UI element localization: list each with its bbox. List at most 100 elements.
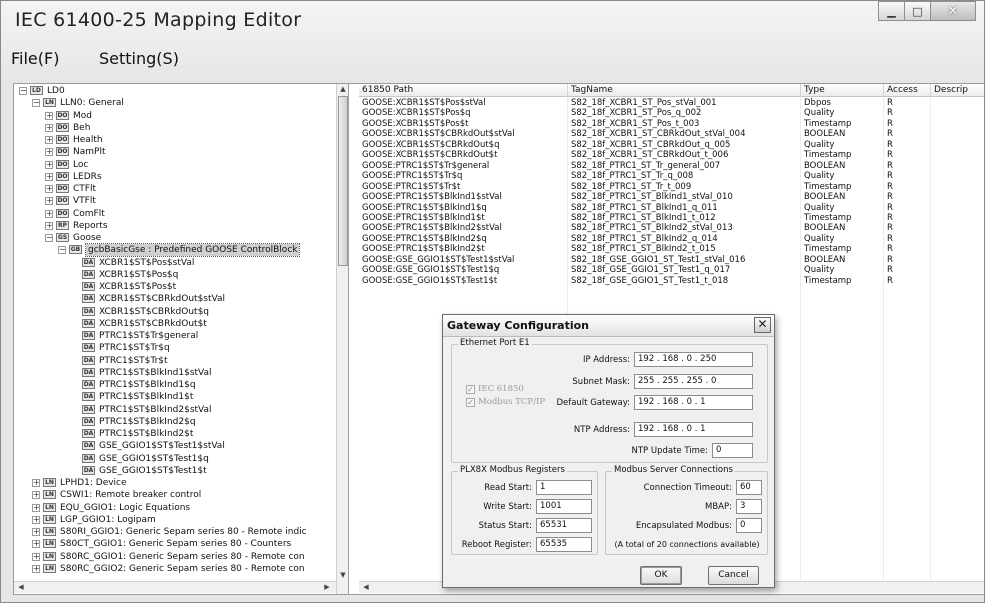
tree-node[interactable]: + LN S80RI_GGIO1: Generic Sepam series 80 … [14, 526, 336, 538]
column-header-access[interactable]: Access [884, 84, 931, 97]
tree-node[interactable]: DA PTRC1$ST$BlkInd2$q [14, 416, 336, 428]
scroll-right-icon[interactable]: ▶ [322, 582, 332, 593]
collapse-icon[interactable]: − [19, 87, 27, 95]
ntp-update-time-field[interactable]: 0 [712, 443, 753, 458]
tree-node[interactable]: DA GSE_GGIO1$ST$Test1$stVal [14, 440, 336, 452]
tree-vertical-scrollbar[interactable]: ▲ ▼ [336, 84, 348, 594]
tree-node[interactable]: + DO Loc [14, 159, 336, 171]
tree-node[interactable]: + DO Mod [14, 110, 336, 122]
table-row[interactable]: GOOSE:PTRC1$ST$BlkInd2$q S82_18f_PTRC1_ST… [359, 234, 984, 244]
tree-node[interactable]: − LN LLN0: General [14, 97, 336, 109]
expand-icon[interactable]: + [32, 515, 40, 524]
tree-node[interactable]: + DO VTFlt [14, 195, 336, 207]
expand-icon[interactable]: + [45, 136, 53, 144]
scroll-left-icon[interactable]: ◀ [16, 582, 26, 593]
table-row[interactable]: GOOSE:PTRC1$ST$BlkInd2$t S82_18f_PTRC1_ST… [359, 244, 984, 254]
default-gateway-field[interactable]: 192 . 168 . 0 . 1 [634, 395, 753, 410]
tree-node[interactable]: DA PTRC1$ST$Tr$t [14, 355, 336, 367]
table-row[interactable]: GOOSE:PTRC1$ST$BlkInd1$t S82_18f_PTRC1_ST… [359, 213, 984, 223]
column-header-tagname[interactable]: TagName [568, 84, 801, 97]
close-button[interactable]: ✕ [930, 1, 976, 21]
expand-icon[interactable]: + [45, 221, 53, 230]
expand-icon[interactable]: + [32, 479, 40, 487]
expand-icon[interactable]: + [32, 540, 40, 549]
table-row[interactable]: GOOSE:PTRC1$ST$BlkInd1$q S82_18f_PTRC1_ST… [359, 203, 984, 213]
tree-node[interactable]: DA PTRC1$ST$BlkInd2$stVal [14, 404, 336, 416]
expand-icon[interactable]: + [45, 148, 53, 157]
minimize-button[interactable]: ▁ [878, 1, 905, 21]
tree-node[interactable]: + DO CTFlt [14, 183, 336, 195]
expand-icon[interactable]: + [45, 209, 53, 218]
table-row[interactable]: GOOSE:GSE_GGIO1$ST$Test1$t S82_18f_GSE_GG… [359, 276, 984, 286]
tree-node[interactable]: + DO Health [14, 134, 336, 146]
tree-node[interactable]: DA XCBR1$ST$Pos$stVal [14, 257, 336, 269]
tree-node[interactable]: + LN LPHD1: Device [14, 477, 336, 489]
tree-node[interactable]: DA GSE_GGIO1$ST$Test1$t [14, 465, 336, 477]
tree-node[interactable]: DA XCBR1$ST$CBRkdOut$q [14, 306, 336, 318]
tree-node[interactable]: DA PTRC1$ST$BlkInd1$q [14, 379, 336, 391]
tree-node[interactable]: DA PTRC1$ST$BlkInd1$t [14, 391, 336, 403]
table-row[interactable]: GOOSE:PTRC1$ST$Tr$q S82_18f_PTRC1_ST_Tr_q… [359, 171, 984, 181]
write-start-field[interactable]: 1001 [536, 499, 592, 514]
tree-node[interactable]: DA PTRC1$ST$Tr$general [14, 330, 336, 342]
iec61850-checkbox[interactable]: ✓ IEC 61850 [466, 384, 524, 394]
object-tree[interactable]: − LD LD0− LN LLN0: General + DO Mod + DO Beh + DO Hea… [14, 84, 349, 594]
tree-node[interactable]: − GS Goose [14, 232, 336, 244]
expand-icon[interactable]: + [45, 197, 53, 206]
scroll-up-icon[interactable]: ▲ [338, 84, 348, 95]
tree-node[interactable]: DA XCBR1$ST$CBRkdOut$stVal [14, 293, 336, 305]
reboot-register-field[interactable]: 65535 [536, 537, 592, 552]
collapse-icon[interactable]: − [58, 246, 66, 255]
tree-node[interactable]: + DO LEDRs [14, 171, 336, 183]
tree-node[interactable]: + LN S80CT_GGIO1: Generic Sepam series 80 … [14, 538, 336, 550]
modbus-tcp-checkbox[interactable]: ✓ Modbus TCP/IP [466, 397, 545, 407]
tree-node[interactable]: DA PTRC1$ST$BlkInd1$stVal [14, 367, 336, 379]
menu-file[interactable]: File(F) [11, 49, 59, 68]
table-row[interactable]: GOOSE:XCBR1$ST$Pos$q S82_18f_XCBR1_ST_Pos… [359, 108, 984, 118]
tree-node[interactable]: + LN CSWI1: Remote breaker control [14, 489, 336, 501]
tree-horizontal-scrollbar[interactable]: ◀ ▶ [14, 581, 336, 593]
menu-setting[interactable]: Setting(S) [99, 49, 179, 68]
ntp-address-field[interactable]: 192 . 168 . 0 . 1 [634, 422, 753, 437]
table-row[interactable]: GOOSE:PTRC1$ST$BlkInd1$stVal S82_18f_PTRC… [359, 192, 984, 202]
tree-node[interactable]: DA GSE_GGIO1$ST$Test1$q [14, 453, 336, 465]
expand-icon[interactable]: + [32, 528, 40, 536]
table-row[interactable]: GOOSE:XCBR1$ST$Pos$t S82_18f_XCBR1_ST_Pos… [359, 119, 984, 129]
grid-scroll-left-icon[interactable]: ◀ [361, 582, 371, 593]
encapsulated-modbus-field[interactable]: 0 [736, 518, 762, 533]
tree-node[interactable]: − LD LD0 [14, 85, 336, 97]
tree-node[interactable]: − GB gcbBasicGse : Predefined GOOSE Contro… [14, 243, 336, 258]
tree-node[interactable]: DA XCBR1$ST$CBRkdOut$t [14, 318, 336, 330]
ok-button[interactable]: OK [640, 566, 682, 585]
expand-icon[interactable]: + [32, 503, 40, 512]
expand-icon[interactable]: + [45, 172, 53, 181]
tree-node[interactable]: DA PTRC1$ST$Tr$q [14, 342, 336, 354]
collapse-icon[interactable]: − [45, 234, 53, 242]
tree-node[interactable]: + RP Reports [14, 220, 336, 232]
cancel-button[interactable]: Cancel [708, 566, 759, 585]
maximize-button[interactable]: □ [904, 1, 931, 21]
subnet-mask-field[interactable]: 255 . 255 . 255 . 0 [634, 374, 753, 389]
mbap-field[interactable]: 3 [736, 499, 762, 514]
tree-node[interactable]: + DO NamPlt [14, 146, 336, 158]
tree-node[interactable]: DA PTRC1$ST$BlkInd2$t [14, 428, 336, 440]
expand-icon[interactable]: + [32, 564, 40, 573]
tree-node[interactable]: DA XCBR1$ST$Pos$t [14, 281, 336, 293]
status-start-field[interactable]: 65531 [536, 518, 592, 533]
column-header-description[interactable]: Descrip [931, 84, 984, 97]
column-header-path[interactable]: 61850 Path [359, 84, 568, 97]
expand-icon[interactable]: + [45, 123, 53, 132]
expand-icon[interactable]: + [45, 185, 53, 193]
expand-icon[interactable]: + [45, 160, 53, 169]
table-row[interactable]: GOOSE:XCBR1$ST$Pos$stVal S82_18f_XCBR1_ST… [359, 98, 984, 108]
connection-timeout-field[interactable]: 60 [736, 480, 762, 495]
expand-icon[interactable]: + [32, 552, 40, 561]
collapse-icon[interactable]: − [32, 99, 40, 108]
ip-address-field[interactable]: 192 . 168 . 0 . 250 [634, 352, 753, 367]
tree-scroll-thumb[interactable] [338, 96, 348, 266]
table-row[interactable]: GOOSE:GSE_GGIO1$ST$Test1$stVal S82_18f_GS… [359, 255, 984, 265]
tree-node[interactable]: DA XCBR1$ST$Pos$q [14, 269, 336, 281]
table-row[interactable]: GOOSE:PTRC1$ST$Tr$t S82_18f_PTRC1_ST_Tr_t… [359, 182, 984, 192]
table-row[interactable]: GOOSE:XCBR1$ST$CBRkdOut$q S82_18f_XCBR1_S… [359, 140, 984, 150]
column-header-type[interactable]: Type [801, 84, 884, 97]
